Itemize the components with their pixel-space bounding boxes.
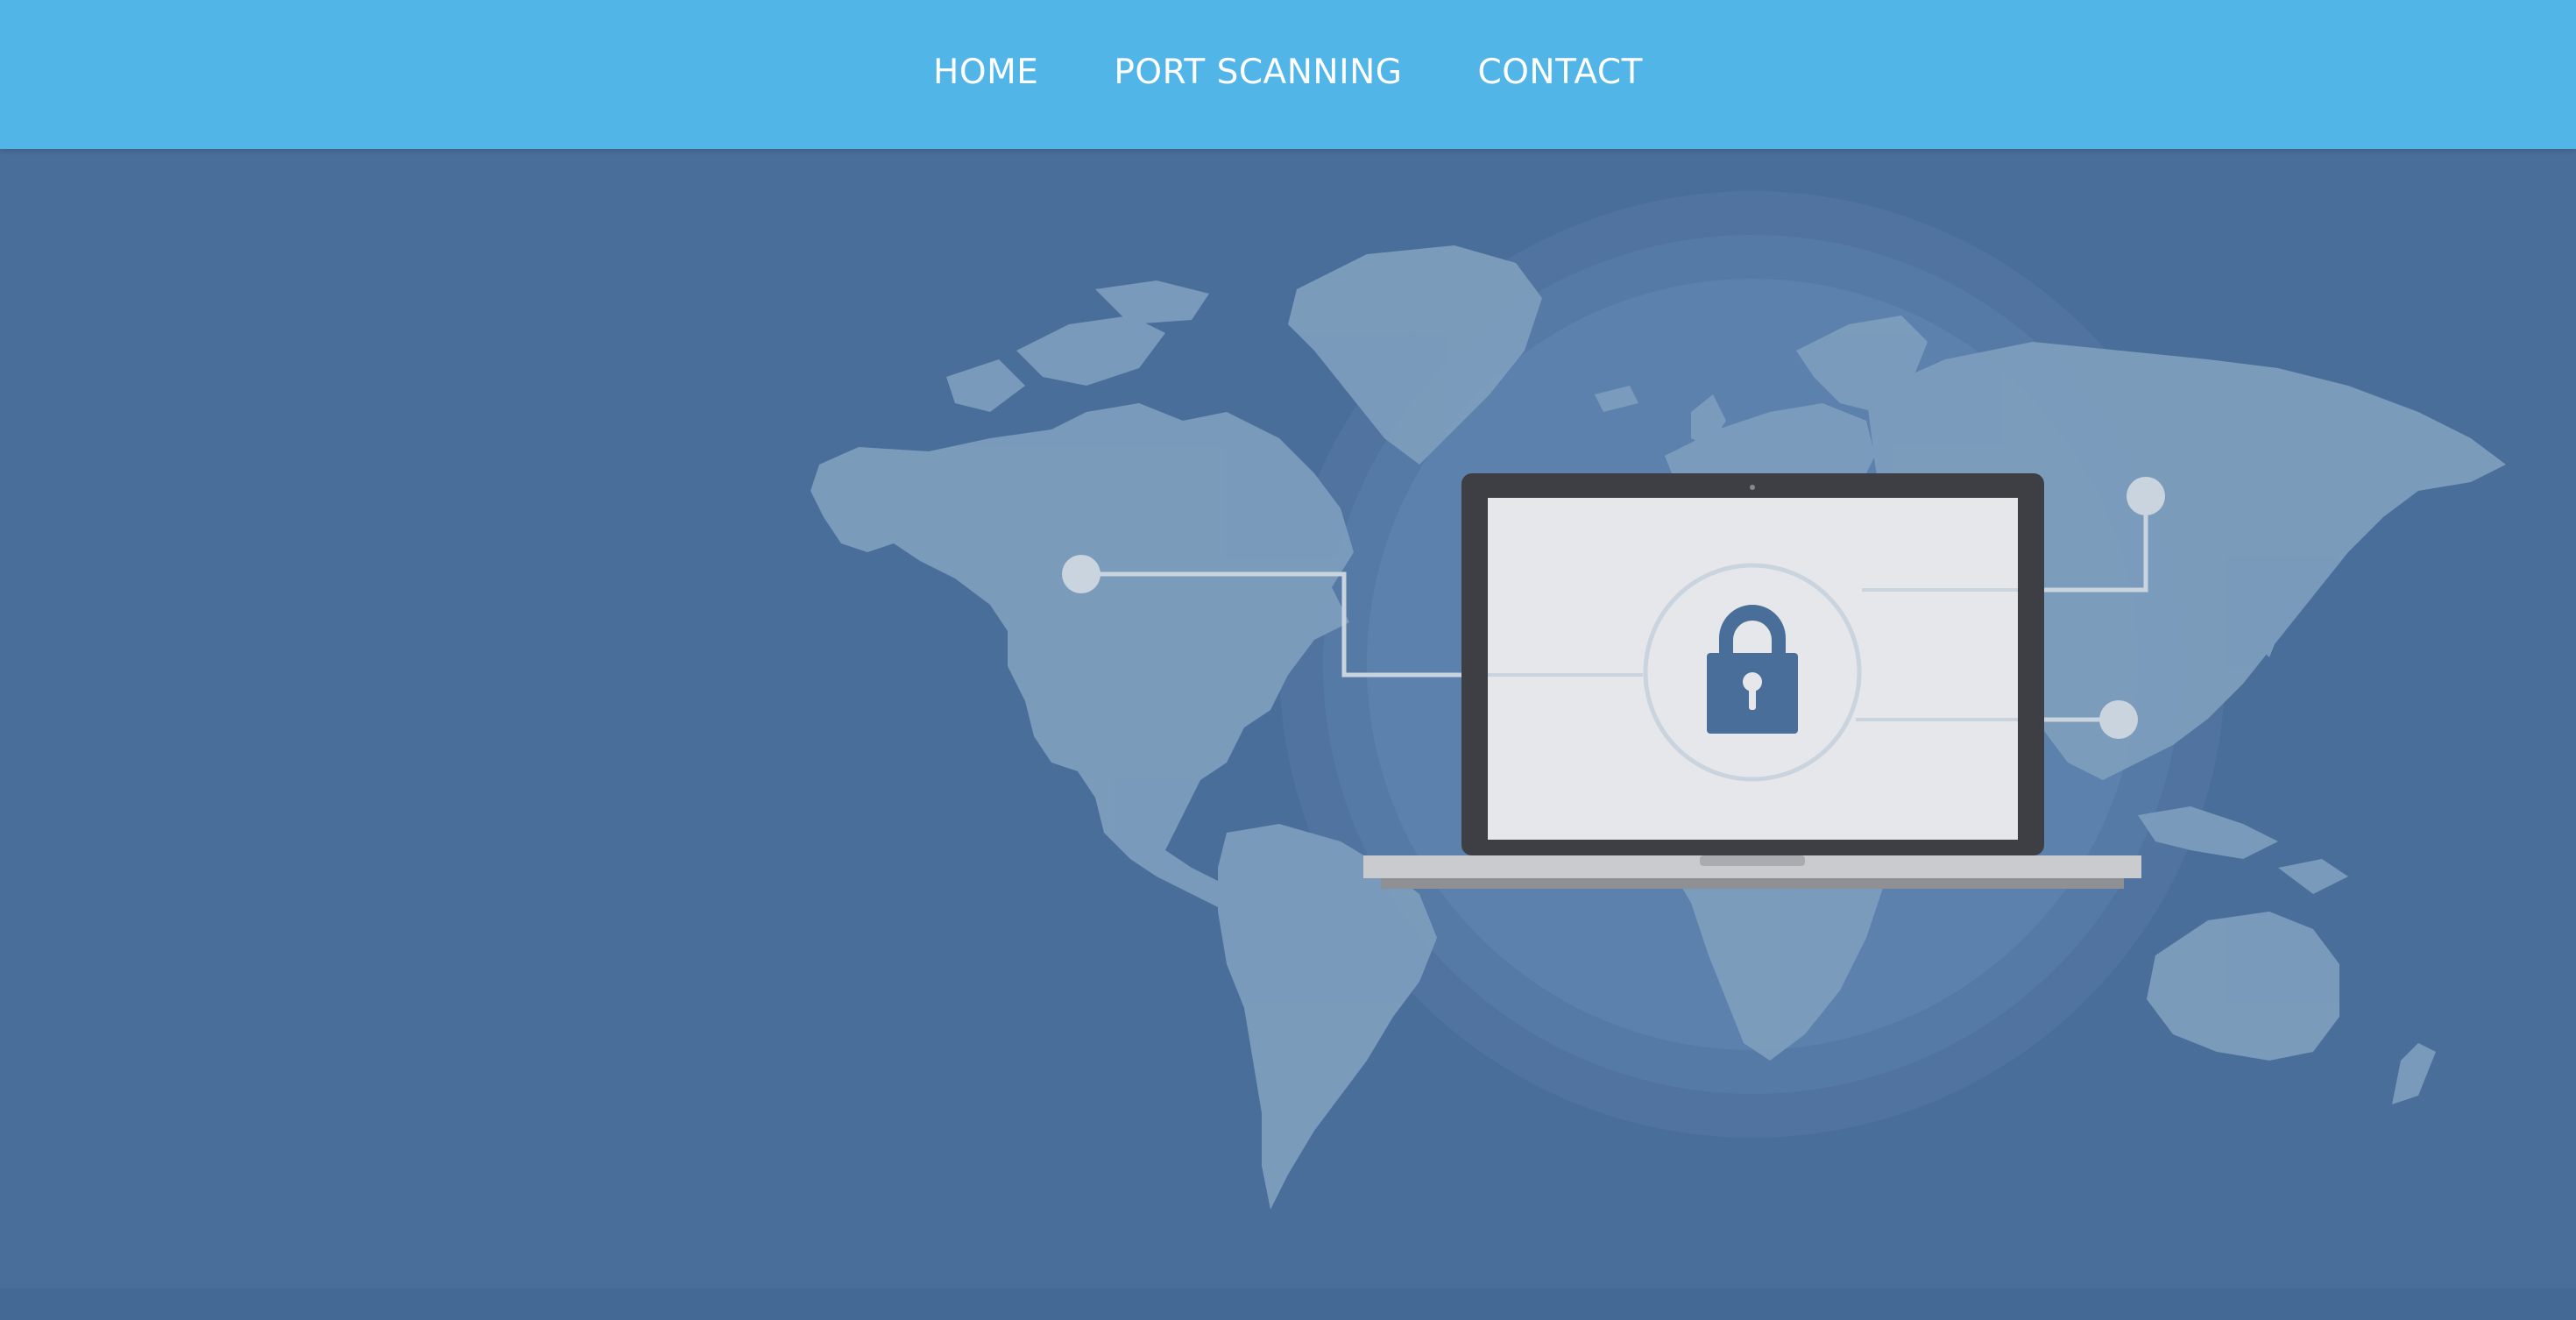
hero-illustration: [0, 191, 2576, 1320]
node-north-america: [1062, 555, 1100, 593]
node-east-asia: [2099, 700, 2138, 739]
laptop-base-shadow: [1381, 878, 2124, 889]
laptop: [1363, 473, 2141, 889]
laptop-trackpad-notch: [1700, 855, 1805, 866]
node-northeast-asia: [2127, 477, 2165, 515]
top-navbar: HOME PORT SCANNING CONTACT: [0, 0, 2576, 149]
laptop-camera: [1750, 485, 1755, 490]
continent-australia: [2147, 912, 2339, 1061]
nav-menu: HOME PORT SCANNING CONTACT: [933, 53, 1643, 92]
hero-banner: [0, 149, 2576, 1320]
nav-link-contact[interactable]: CONTACT: [1477, 53, 1642, 92]
nav-link-port-scanning[interactable]: PORT SCANNING: [1114, 53, 1402, 92]
nav-link-home[interactable]: HOME: [933, 53, 1038, 92]
